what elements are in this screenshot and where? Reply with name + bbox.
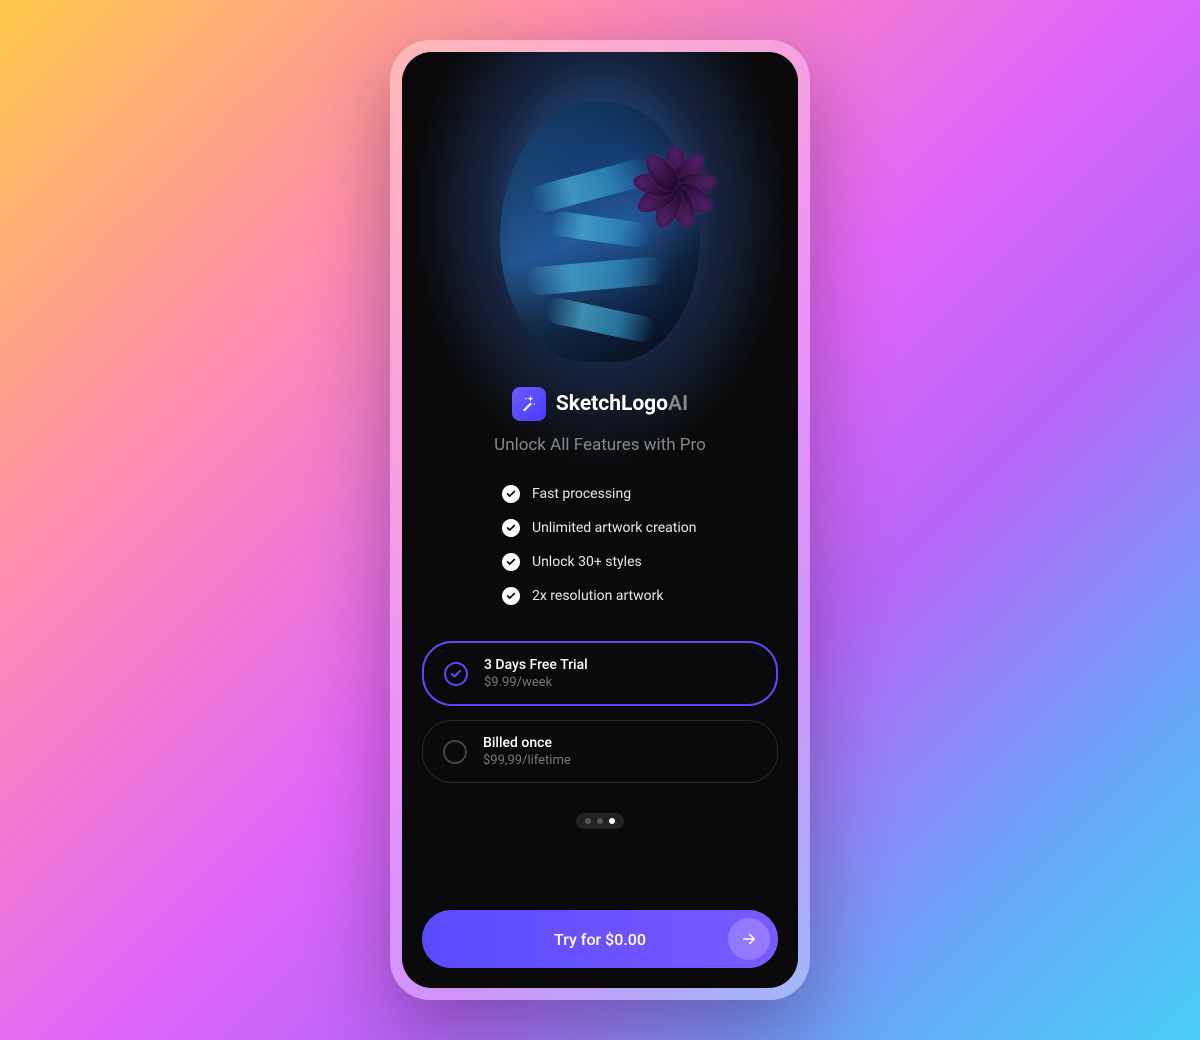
brand-header: SketchLogoAI <box>422 387 778 421</box>
arrow-right-icon <box>728 918 770 960</box>
plan-price: $99,99/lifetime <box>483 753 571 768</box>
dot-active <box>609 818 615 824</box>
feature-label: Unlock 30+ styles <box>532 554 642 570</box>
check-icon <box>502 485 520 503</box>
feature-label: Fast processing <box>532 486 631 502</box>
feature-item: Unlock 30+ styles <box>502 553 778 571</box>
pagination-dots[interactable] <box>576 813 624 829</box>
phone-frame: SketchLogoAI Unlock All Features with Pr… <box>390 40 810 1000</box>
plan-option-lifetime[interactable]: Billed once $99,99/lifetime <box>422 720 778 783</box>
dot <box>585 818 591 824</box>
brand-name-suffix: AI <box>668 392 688 416</box>
dot <box>597 818 603 824</box>
subtitle: Unlock All Features with Pro <box>422 435 778 455</box>
plans-list: 3 Days Free Trial $9.99/week Billed once… <box>422 641 778 783</box>
feature-item: Unlimited artwork creation <box>502 519 778 537</box>
feature-item: 2x resolution artwork <box>502 587 778 605</box>
brand-name: SketchLogoAI <box>556 392 688 416</box>
check-icon <box>502 553 520 571</box>
features-list: Fast processing Unlimited artwork creati… <box>422 485 778 605</box>
plan-price: $9.99/week <box>484 675 588 690</box>
try-button[interactable]: Try for $0.00 <box>422 910 778 968</box>
plan-option-trial[interactable]: 3 Days Free Trial $9.99/week <box>422 641 778 706</box>
feature-label: Unlimited artwork creation <box>532 520 696 536</box>
feature-item: Fast processing <box>502 485 778 503</box>
brand-name-main: SketchLogo <box>556 392 668 416</box>
radio-selected-icon <box>444 662 468 686</box>
cta-label: Try for $0.00 <box>554 930 646 949</box>
radio-unselected-icon <box>443 740 467 764</box>
feature-label: 2x resolution artwork <box>532 588 663 604</box>
phone-screen: SketchLogoAI Unlock All Features with Pr… <box>402 52 798 988</box>
wand-icon <box>512 387 546 421</box>
check-icon <box>502 519 520 537</box>
plan-title: Billed once <box>483 735 571 751</box>
plan-title: 3 Days Free Trial <box>484 657 588 673</box>
check-icon <box>502 587 520 605</box>
